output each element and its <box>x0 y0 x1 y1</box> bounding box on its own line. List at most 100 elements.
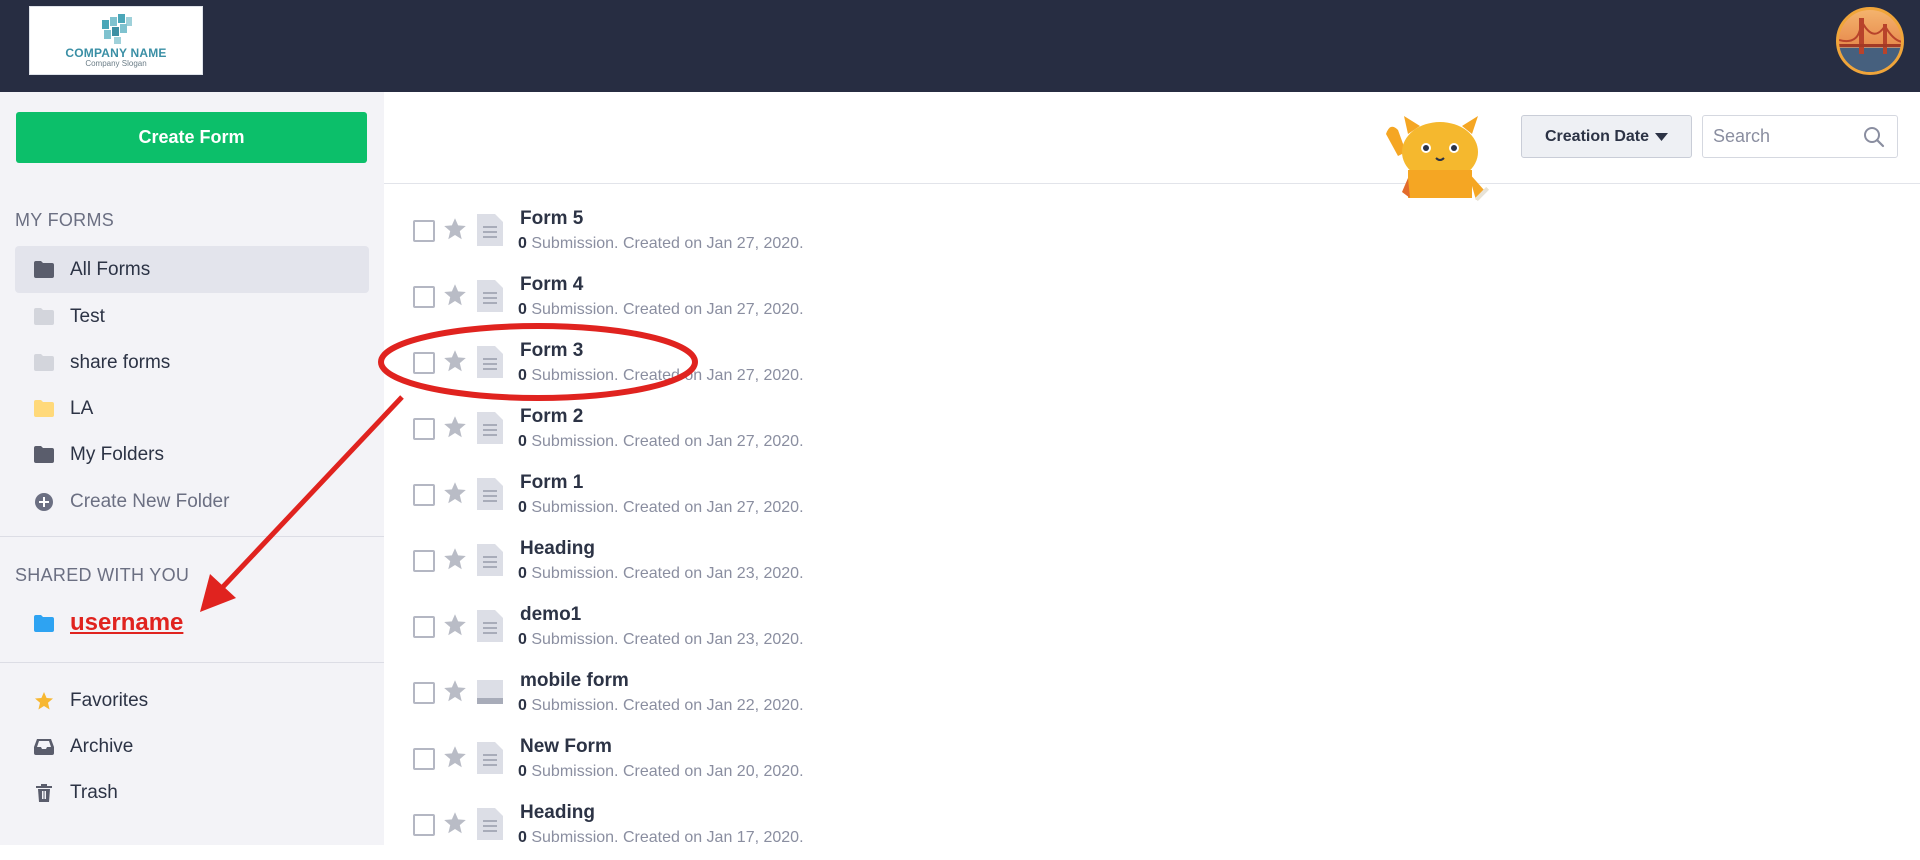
star-icon <box>34 691 54 711</box>
user-avatar[interactable] <box>1836 7 1904 75</box>
search-icon[interactable] <box>1863 126 1885 148</box>
sidebar-item-label: All Forms <box>70 258 151 280</box>
form-title[interactable]: Form 4 <box>520 274 583 296</box>
form-meta-text: Submission. Created on Jan 22, 2020. <box>526 697 804 714</box>
select-checkbox[interactable] <box>413 352 435 374</box>
form-list-item[interactable]: Form 5 0 Submission. Created on Jan 27, … <box>384 200 1920 266</box>
submission-count: 0 <box>518 829 527 846</box>
form-document-icon <box>477 478 503 510</box>
star-icon[interactable] <box>443 217 467 241</box>
select-checkbox[interactable] <box>413 616 435 638</box>
sidebar-item-label: My Folders <box>70 443 164 465</box>
form-title[interactable]: Form 3 <box>520 340 583 362</box>
trash-icon <box>34 783 54 803</box>
form-title[interactable]: Heading <box>520 538 595 560</box>
star-icon[interactable] <box>443 481 467 505</box>
sidebar-item-label: Archive <box>70 735 134 757</box>
form-list-item[interactable]: Form 4 0 Submission. Created on Jan 27, … <box>384 266 1920 332</box>
submission-count: 0 <box>518 235 527 252</box>
top-navbar: COMPANY NAME Company Slogan <box>0 0 1920 92</box>
form-list-item[interactable]: Form 2 0 Submission. Created on Jan 27, … <box>384 398 1920 464</box>
form-list-item[interactable]: New Form 0 Submission. Created on Jan 20… <box>384 728 1920 794</box>
sidebar-item-trash[interactable]: Trash <box>15 769 369 816</box>
select-checkbox[interactable] <box>413 682 435 704</box>
select-checkbox[interactable] <box>413 418 435 440</box>
form-meta-text: Submission. Created on Jan 27, 2020. <box>526 433 804 450</box>
form-title[interactable]: Form 2 <box>520 406 583 428</box>
submission-count: 0 <box>518 433 527 450</box>
form-list-item[interactable]: Heading 0 Submission. Created on Jan 23,… <box>384 530 1920 596</box>
plus-circle-icon <box>34 492 54 512</box>
sidebar-item-test[interactable]: Test <box>15 293 369 340</box>
form-title[interactable]: Heading <box>520 802 595 824</box>
form-meta-text: Submission. Created on Jan 20, 2020. <box>526 763 804 780</box>
form-meta: 0 Submission. Created on Jan 27, 2020. <box>518 235 804 253</box>
logo-company-name: COMPANY NAME <box>65 46 167 60</box>
create-new-folder-button[interactable]: Create New Folder <box>15 478 369 525</box>
form-meta: 0 Submission. Created on Jan 23, 2020. <box>518 631 804 649</box>
form-title[interactable]: New Form <box>520 736 612 758</box>
create-form-button[interactable]: Create Form <box>16 112 367 163</box>
sort-by-dropdown[interactable]: Creation Date <box>1521 115 1692 158</box>
star-icon[interactable] <box>443 745 467 769</box>
sidebar-item-archive[interactable]: Archive <box>15 723 369 770</box>
form-meta-text: Submission. Created on Jan 27, 2020. <box>526 367 804 384</box>
select-checkbox[interactable] <box>413 550 435 572</box>
folder-icon <box>34 353 54 373</box>
form-list-item[interactable]: demo1 0 Submission. Created on Jan 23, 2… <box>384 596 1920 662</box>
select-checkbox[interactable] <box>413 484 435 506</box>
logo-slogan: Company Slogan <box>85 59 147 68</box>
form-meta-text: Submission. Created on Jan 27, 2020. <box>526 499 804 516</box>
company-logo[interactable]: COMPANY NAME Company Slogan <box>29 6 203 75</box>
search-input[interactable] <box>1713 126 1853 147</box>
submission-count: 0 <box>518 763 527 780</box>
select-checkbox[interactable] <box>413 220 435 242</box>
form-document-icon <box>477 412 503 444</box>
star-icon[interactable] <box>443 547 467 571</box>
form-title[interactable]: Form 5 <box>520 208 583 230</box>
logo-graphic-icon <box>102 14 132 44</box>
form-title[interactable]: mobile form <box>520 670 629 692</box>
star-icon[interactable] <box>443 349 467 373</box>
submission-count: 0 <box>518 565 527 582</box>
search-box[interactable] <box>1702 115 1898 158</box>
form-list-item[interactable]: Form 3 0 Submission. Created on Jan 27, … <box>384 332 1920 398</box>
form-meta: 0 Submission. Created on Jan 27, 2020. <box>518 433 804 451</box>
form-title[interactable]: Form 1 <box>520 472 583 494</box>
form-meta: 0 Submission. Created on Jan 17, 2020. <box>518 829 804 847</box>
folder-icon <box>34 399 54 419</box>
form-document-icon <box>477 808 503 840</box>
star-icon[interactable] <box>443 613 467 637</box>
folder-icon <box>34 307 54 327</box>
sidebar-item-favorites[interactable]: Favorites <box>15 677 369 724</box>
star-icon[interactable] <box>443 811 467 835</box>
form-document-icon <box>477 280 503 312</box>
sidebar-item-my-folders[interactable]: My Folders <box>15 431 369 478</box>
select-checkbox[interactable] <box>413 748 435 770</box>
star-icon[interactable] <box>443 283 467 307</box>
cat-mascot-icon <box>1386 116 1490 202</box>
sidebar-item-share-forms[interactable]: share forms <box>15 339 369 386</box>
sort-label: Creation Date <box>1544 127 1650 145</box>
form-list-item[interactable]: Heading 0 Submission. Created on Jan 17,… <box>384 794 1920 860</box>
star-icon[interactable] <box>443 679 467 703</box>
star-icon[interactable] <box>443 415 467 439</box>
sidebar-item-la[interactable]: LA <box>15 385 369 432</box>
folder-icon <box>34 260 54 280</box>
sidebar-item-shared-username[interactable]: username <box>15 597 369 649</box>
form-title[interactable]: demo1 <box>520 604 581 626</box>
form-list-item[interactable]: mobile form 0 Submission. Created on Jan… <box>384 662 1920 728</box>
select-checkbox[interactable] <box>413 814 435 836</box>
form-meta: 0 Submission. Created on Jan 22, 2020. <box>518 697 804 715</box>
form-meta-text: Submission. Created on Jan 27, 2020. <box>526 235 804 252</box>
submission-count: 0 <box>518 631 527 648</box>
form-document-icon <box>477 214 503 246</box>
sidebar-divider <box>0 662 384 663</box>
submission-count: 0 <box>518 499 527 516</box>
mobile-form-icon <box>477 680 503 704</box>
form-meta: 0 Submission. Created on Jan 27, 2020. <box>518 301 804 319</box>
select-checkbox[interactable] <box>413 286 435 308</box>
form-meta: 0 Submission. Created on Jan 27, 2020. <box>518 367 804 385</box>
form-list-item[interactable]: Form 1 0 Submission. Created on Jan 27, … <box>384 464 1920 530</box>
sidebar-item-all-forms[interactable]: All Forms <box>15 246 369 293</box>
